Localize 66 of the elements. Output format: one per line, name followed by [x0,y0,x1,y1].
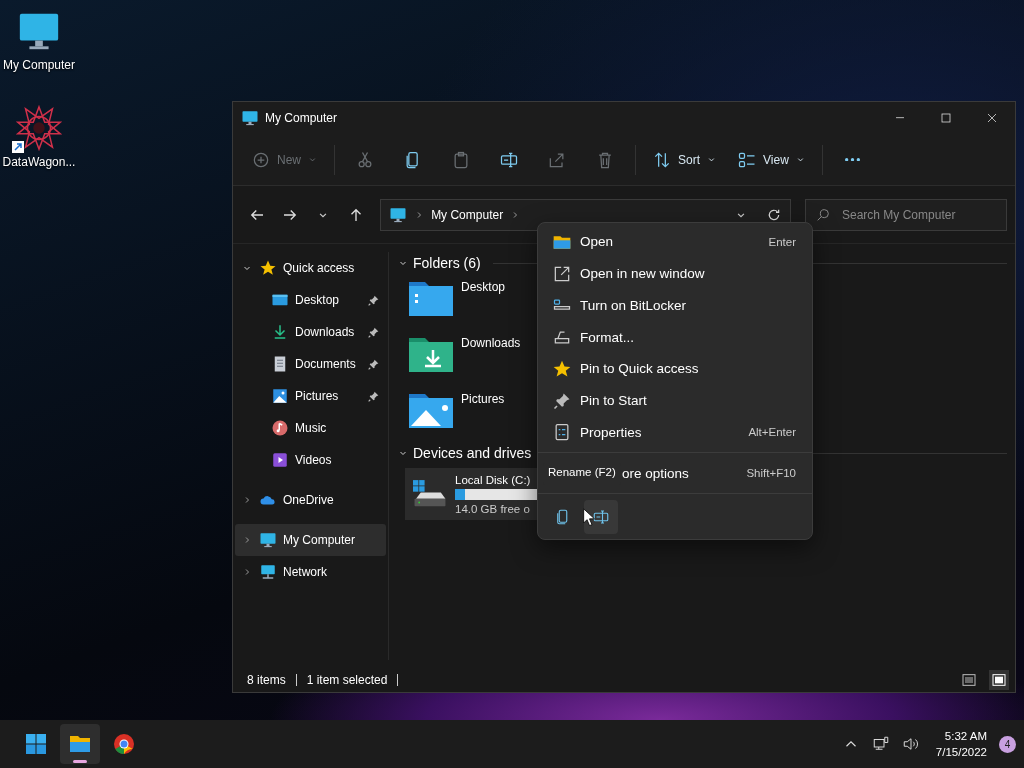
breadcrumb[interactable]: My Computer [431,207,504,222]
download-folder-icon [409,336,453,372]
nav-item[interactable]: Downloads [235,316,386,348]
desktop-shortcut[interactable]: My Computer [0,8,82,72]
network-icon [259,563,277,581]
minimize-icon [896,117,904,119]
desktop-shortcut[interactable]: DataWagon... [0,105,82,169]
tiles-view-icon [991,672,1007,688]
section-heading[interactable]: Devices and drives [413,445,532,461]
folder-item[interactable]: Desktop [397,274,537,330]
folder-item[interactable]: Downloads [397,330,537,386]
nav-item[interactable]: Pictures [235,380,386,412]
menu-item[interactable]: Format... [538,321,812,353]
music-note-icon [271,419,289,437]
monitor-icon [389,205,408,224]
desktop-folder-icon [409,280,453,316]
menu-item[interactable]: Pin to Start [538,384,812,417]
network-status-icon [871,735,890,753]
browser-logo-icon [112,732,136,756]
nav-item[interactable]: OneDrive [235,484,386,516]
shortcut-text: Enter [768,235,796,248]
monitor-icon [259,531,277,549]
menu-item[interactable]: Open in new window [538,257,812,290]
search-icon [815,206,831,223]
taskbar-app-button[interactable] [60,724,100,764]
view-button[interactable]: View [729,142,814,177]
speaker-icon [901,735,920,753]
nav-item[interactable]: Desktop [235,284,386,316]
nav-item[interactable]: My Computer [235,524,386,556]
shortcut-arrow-icon [12,141,24,153]
shortcut-text: Shift+F10 [746,467,796,480]
status-text: 8 items [247,673,286,687]
active-indicator [73,760,87,763]
tiles-view-button[interactable] [989,670,1009,690]
pictures-folder-icon [409,392,453,428]
video-icon [271,451,289,469]
menu-item[interactable]: Properties Alt+Enter [538,416,812,449]
nav-item[interactable]: Videos [235,444,386,476]
nav-item[interactable]: Documents [235,348,386,380]
rename-button[interactable] [584,500,618,534]
window-title: My Computer [265,111,338,125]
menu-item[interactable]: Turn on BitLocker [538,289,812,322]
desktop-icon-label: My Computer [3,58,75,72]
folder-item[interactable]: Pictures [397,386,537,442]
menu-item[interactable]: Pin to Quick access [538,353,812,385]
desktop-icon-label: DataWagon... [2,155,76,169]
notification-badge[interactable]: 4 [999,735,1016,753]
picture-icon [271,387,289,405]
status-text: 1 item selected [306,673,388,687]
search-field[interactable]: Search My Computer [805,198,1007,231]
drive-free-space: 14.0 GB free o [455,502,531,515]
details-view-icon [961,672,977,688]
monitor-icon [241,109,259,127]
star-icon [259,259,277,277]
clock[interactable]: 5:32 AM 7/15/2022 [927,727,995,761]
star-emblem-icon [16,105,62,151]
shortcut-text: Alt+Enter [748,426,796,439]
maximize-icon [938,110,954,126]
windows-logo-icon [24,732,48,756]
nav-item[interactable]: Network [235,556,386,588]
nav-item[interactable]: Music [235,412,386,444]
nav-item[interactable]: Quick access [235,252,386,284]
drive-name: Local Disk (C:) [455,473,532,486]
rename-icon [592,508,610,526]
section-heading[interactable]: Folders (6) [413,255,481,271]
sort-button[interactable]: Sort [644,142,726,177]
